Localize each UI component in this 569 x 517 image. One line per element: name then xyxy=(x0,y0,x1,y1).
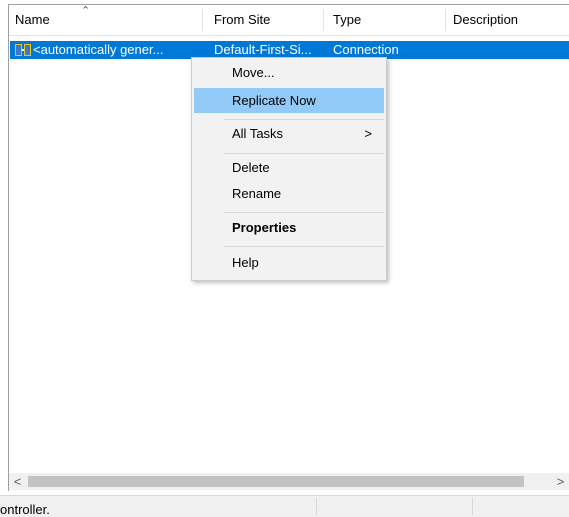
column-header-description[interactable]: Description xyxy=(447,5,569,35)
scroll-left-icon[interactable]: < xyxy=(9,473,26,490)
menu-item-all-tasks[interactable]: All Tasks > xyxy=(194,121,384,146)
column-divider[interactable] xyxy=(323,9,324,31)
column-header-from-site[interactable]: From Site xyxy=(208,5,323,35)
column-header-name[interactable]: Name xyxy=(9,5,202,35)
menu-item-rename[interactable]: Rename xyxy=(194,181,384,206)
menu-item-help[interactable]: Help xyxy=(194,250,384,275)
menu-item-properties[interactable]: Properties xyxy=(194,215,384,240)
menu-separator xyxy=(224,119,384,120)
connection-icon xyxy=(15,44,31,56)
context-menu: Move... Replicate Now All Tasks > Delete… xyxy=(191,57,387,281)
status-divider xyxy=(316,498,317,515)
horizontal-scrollbar[interactable]: < > xyxy=(9,473,569,490)
menu-separator xyxy=(224,246,384,247)
column-divider[interactable] xyxy=(445,9,446,31)
menu-separator xyxy=(224,212,384,213)
status-bar: ontroller. xyxy=(0,495,569,517)
menu-item-label: All Tasks xyxy=(232,126,284,141)
menu-item-move[interactable]: Move... xyxy=(194,60,384,85)
menu-separator xyxy=(224,153,384,154)
scrollbar-thumb[interactable] xyxy=(28,476,524,487)
menu-item-replicate-now[interactable]: Replicate Now xyxy=(194,88,384,113)
menu-item-delete[interactable]: Delete xyxy=(194,155,384,180)
cell-name: <automatically gener... xyxy=(33,42,164,57)
scroll-right-icon[interactable]: > xyxy=(552,473,569,490)
status-divider xyxy=(472,498,473,515)
chevron-right-icon: > xyxy=(364,126,372,141)
column-header-bar: ⌃ Name From Site Type Description xyxy=(9,5,569,36)
column-header-type[interactable]: Type xyxy=(327,5,445,35)
cell-description xyxy=(453,41,563,59)
column-divider[interactable] xyxy=(202,9,203,31)
status-text: ontroller. xyxy=(0,502,50,517)
